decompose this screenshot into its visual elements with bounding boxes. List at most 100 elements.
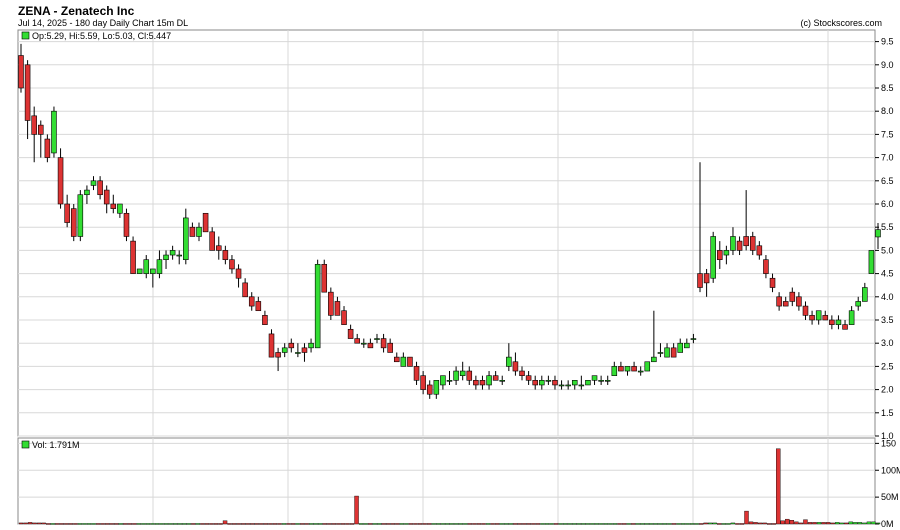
volume-bar (50, 523, 55, 525)
volume-bar (236, 523, 241, 525)
volume-bar (585, 523, 590, 525)
volume-bar (327, 523, 332, 525)
volume-tick-label: 50M (881, 492, 899, 502)
volume-bar (358, 523, 364, 525)
candle-body (552, 380, 558, 386)
candle-body (57, 157, 64, 205)
candle-body (637, 370, 644, 373)
candle-body (163, 254, 169, 260)
volume-bar (703, 522, 708, 525)
volume-bar (132, 523, 137, 525)
volume-bar (195, 523, 201, 525)
candle-body (782, 301, 789, 307)
candle-body (117, 203, 123, 214)
candle-body (677, 342, 684, 353)
candle-body (769, 277, 776, 288)
candle-body (367, 342, 374, 349)
candle-body (479, 380, 486, 386)
volume-bar (417, 523, 423, 525)
volume-bar (150, 523, 155, 525)
candle-body (644, 361, 651, 372)
volume-bar (866, 521, 872, 525)
volume-bar (95, 523, 101, 525)
volume-bar (82, 523, 87, 525)
candle-body (420, 375, 426, 390)
candle-body (51, 110, 57, 154)
candle-body (664, 347, 670, 358)
volume-bar (145, 523, 151, 525)
candle-body (690, 338, 697, 340)
candle-body (539, 380, 545, 386)
volume-bar (395, 523, 400, 525)
volume-bar (467, 523, 473, 525)
volume-bar (494, 523, 500, 525)
volume-bar (191, 523, 196, 525)
price-tick-label: 1.5 (881, 408, 894, 418)
candle-body (697, 273, 703, 288)
volume-bar (599, 523, 604, 525)
volume-bar (635, 523, 640, 525)
candle-body (328, 291, 334, 316)
volume-bar (46, 523, 51, 525)
price-tick-label: 3.0 (881, 338, 894, 348)
candle-body (334, 301, 341, 316)
candle-body (321, 264, 328, 293)
volume-bar (662, 523, 668, 525)
volume-bar (250, 523, 255, 525)
volume-bar (318, 523, 323, 525)
volume-bar (472, 523, 477, 525)
volume-bar (812, 522, 817, 525)
volume-bar (839, 522, 844, 525)
candle-body (380, 338, 387, 349)
volume-bar (281, 523, 287, 525)
price-tick-label: 2.0 (881, 385, 894, 395)
volume-bar (726, 523, 731, 525)
volume-bar (309, 523, 314, 525)
candle-body (815, 310, 822, 321)
candle-body (446, 380, 453, 382)
candle-body (736, 240, 743, 251)
volume-bar (544, 523, 550, 525)
candle-body (591, 375, 598, 381)
volume-bar (522, 523, 527, 525)
candle-body (466, 370, 473, 381)
volume-tick-label: 0M (881, 519, 894, 529)
volume-bar (739, 523, 745, 525)
candle-body (868, 250, 875, 274)
stock-chart: 1.01.52.02.53.03.54.04.55.05.56.06.57.07… (17, 29, 900, 529)
volume-bar (390, 523, 396, 525)
volume-bar (490, 523, 495, 525)
candle-body (24, 64, 31, 121)
volume-bar (177, 523, 182, 525)
candle-body (802, 305, 809, 316)
candle-body (631, 366, 637, 372)
volume-bar (553, 523, 559, 525)
candle-body (110, 203, 117, 209)
volume-bar (535, 523, 541, 525)
price-tick-label: 4.0 (881, 292, 894, 302)
volume-bar (268, 523, 273, 525)
candle-body (248, 296, 255, 307)
candle-body (835, 319, 842, 325)
candle-body (341, 310, 347, 325)
volume-bar (295, 523, 300, 525)
volume-bar (476, 523, 482, 525)
volume-bar (789, 520, 795, 525)
candle-body (275, 352, 281, 358)
volume-bar (576, 523, 581, 525)
price-tick-label: 7.5 (881, 129, 894, 139)
volume-bar (807, 522, 813, 525)
candle-body (262, 315, 268, 325)
price-tick-label: 8.0 (881, 106, 894, 116)
volume-bar (449, 523, 454, 525)
volume-bar (91, 523, 96, 525)
volume-bar (263, 523, 269, 525)
candle-body (123, 212, 130, 237)
candle-body (242, 282, 248, 298)
price-panel: 1.01.52.02.53.03.54.04.55.05.56.06.57.07… (17, 29, 894, 441)
candle-body (703, 273, 710, 284)
candle-body (361, 342, 367, 345)
volume-bar (59, 523, 65, 525)
volume-bar (630, 523, 636, 525)
volume-bar (399, 523, 405, 525)
